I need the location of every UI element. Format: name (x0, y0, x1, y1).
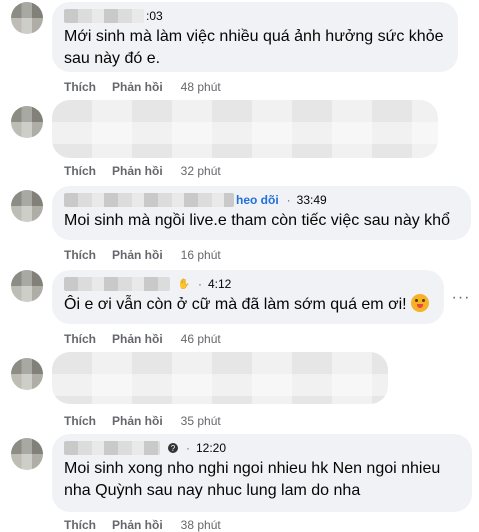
comment-age[interactable]: 35 phút (181, 414, 221, 428)
commenter-name[interactable] (64, 277, 170, 291)
like-button[interactable]: Thích (64, 164, 96, 178)
comment-text-line2: nha Quỳnh sau nay nhuc lung lam do nha (64, 482, 361, 499)
comment-age[interactable]: 32 phút (181, 164, 221, 178)
like-button[interactable]: Thích (64, 332, 96, 346)
commenter-name[interactable] (64, 193, 234, 207)
info-icon: ? (168, 443, 178, 453)
comment-actions: Thích Phản hồi 35 phút (64, 414, 221, 428)
comment-age[interactable]: 38 phút (181, 518, 221, 532)
comment-bubble: ✋ · 4:12 Ôi e ơi vẫn còn ở cữ mà đã làm … (52, 270, 444, 324)
comment-age[interactable]: 48 phút (181, 80, 221, 94)
comment-timestamp: 12:20 (196, 441, 227, 455)
comment-age[interactable]: 16 phút (181, 248, 221, 262)
reply-button[interactable]: Phản hồi (112, 80, 163, 94)
comment-text-line1: Moi sinh xong nho nghi ngoi nhieu hk Nen… (64, 460, 441, 477)
comment-actions: Thích Phản hồi 16 phút (64, 248, 221, 262)
hand-icon: ✋ (177, 278, 191, 290)
emoji-icon (410, 294, 429, 312)
comment-bubble: :03 Mới sinh mà làm việc nhiều quá ảnh h… (52, 2, 458, 72)
reply-button[interactable]: Phản hồi (112, 518, 163, 532)
comment-actions: Thích Phản hồi 32 phút (64, 164, 221, 178)
like-button[interactable]: Thích (64, 248, 96, 262)
like-button[interactable]: Thích (64, 414, 96, 428)
like-button[interactable]: Thích (64, 518, 96, 532)
comment-bubble: ? · 12:20 Moi sinh xong nho nghi ngoi nh… (52, 434, 472, 512)
comment-text: Ôi e ơi vẫn còn ở cữ mà đã làm sớm quá e… (64, 296, 407, 313)
ellipsis-icon[interactable]: ··· (449, 286, 473, 310)
follow-link[interactable]: heo dõi (236, 193, 279, 207)
avatar[interactable] (11, 270, 43, 302)
avatar[interactable] (11, 438, 43, 470)
comment-actions: Thích Phản hồi 46 phút (64, 332, 221, 346)
commenter-name[interactable] (64, 9, 144, 23)
separator-dot: · (186, 441, 190, 455)
blurred-comment-bubble (52, 100, 438, 158)
reply-button[interactable]: Phản hồi (112, 164, 163, 178)
avatar[interactable] (11, 190, 43, 222)
commenter-name[interactable] (64, 441, 160, 455)
reply-button[interactable]: Phản hồi (112, 332, 163, 346)
blurred-comment-bubble (52, 352, 388, 404)
like-button[interactable]: Thích (64, 80, 96, 94)
comment-text: Mới sinh mà làm việc nhiều quá ảnh hưởng… (64, 28, 444, 67)
separator-dot: · (286, 193, 291, 207)
comment-text-wrap: Ôi e ơi vẫn còn ở cữ mà đã làm sớm quá e… (64, 294, 432, 316)
separator-dot: · (198, 277, 202, 291)
comment-actions: Thích Phản hồi 48 phút (64, 80, 221, 94)
comment-timestamp: :03 (146, 9, 163, 23)
reply-button[interactable]: Phản hồi (112, 414, 163, 428)
comment-text: Moi sinh mà ngồi live.e tham còn tiếc vi… (64, 212, 450, 229)
avatar[interactable] (11, 106, 43, 138)
avatar[interactable] (11, 2, 43, 34)
comment-actions: Thích Phản hồi 38 phút (64, 518, 221, 532)
comment-age[interactable]: 46 phút (181, 332, 221, 346)
reply-button[interactable]: Phản hồi (112, 248, 163, 262)
comment-bubble: heo dõi · 33:49 Moi sinh mà ngồi live.e … (52, 186, 471, 240)
comment-timestamp: 33:49 (296, 193, 327, 207)
avatar[interactable] (11, 358, 43, 390)
comment-timestamp: 4:12 (208, 277, 232, 291)
